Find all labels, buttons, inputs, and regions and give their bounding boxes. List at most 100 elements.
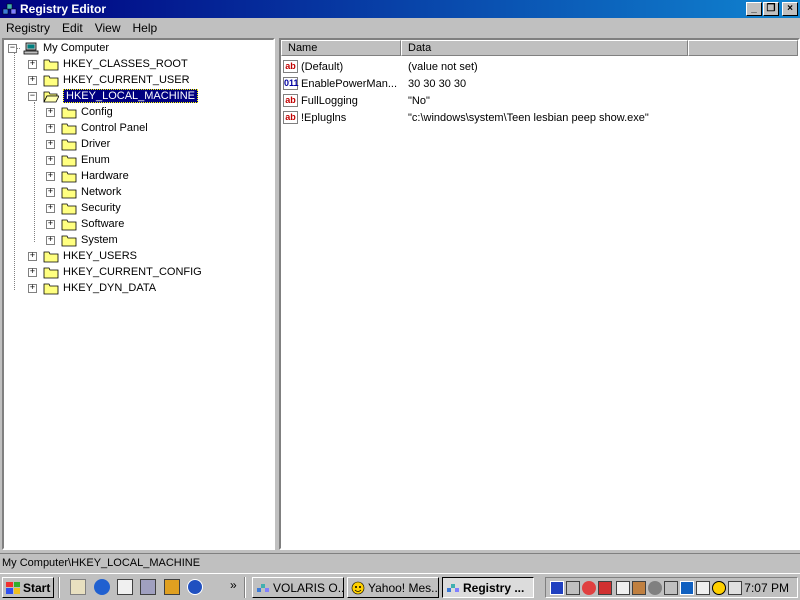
folder-icon: [61, 203, 77, 214]
string-value-icon: ab: [283, 60, 298, 73]
search-tool-icon[interactable]: [616, 581, 630, 595]
expand-toggle[interactable]: +: [46, 139, 55, 149]
task-registry-editor[interactable]: Registry ...: [442, 577, 534, 598]
quicklaunch-media-player-icon[interactable]: [164, 579, 180, 595]
quicklaunch-info-icon[interactable]: [187, 579, 203, 595]
tree-item-hkey-local-machine[interactable]: − HKEY_LOCAL_MACHINE: [28, 88, 198, 104]
tree-item-hkey-current-user[interactable]: + HKEY_CURRENT_USER: [28, 72, 190, 88]
task-yahoo-messenger[interactable]: Yahoo! Mes...: [347, 577, 439, 598]
tree-label: HKEY_CURRENT_CONFIG: [63, 266, 202, 278]
tree-item-hkey-current-config[interactable]: + HKEY_CURRENT_CONFIG: [28, 264, 202, 280]
expand-toggle[interactable]: +: [28, 59, 37, 69]
tray-app-icon[interactable]: [632, 581, 646, 595]
value-data: "c:\windows\system\Teen lesbian peep sho…: [408, 111, 649, 124]
menu-bar: Registry Edit View Help: [0, 19, 800, 37]
tree-label: Software: [81, 218, 125, 230]
tree-item-hardware[interactable]: + Hardware: [46, 168, 129, 184]
folder-icon: [61, 123, 77, 134]
tree-label: Control Panel: [81, 122, 148, 134]
value-row[interactable]: ab (Default) (value not set): [283, 58, 793, 75]
registry-tree-pane[interactable]: − My Computer + HKEY_CLASSES_ROOT + HKEY…: [2, 38, 275, 550]
task-volaris[interactable]: VOLARIS O...: [252, 577, 344, 598]
tray-app-icon[interactable]: [648, 581, 662, 595]
expand-toggle[interactable]: +: [46, 187, 55, 197]
folder-icon: [43, 59, 59, 70]
folder-icon: [43, 267, 59, 278]
quicklaunch-overflow-chevron[interactable]: »: [230, 578, 237, 592]
tree-item-my-computer[interactable]: − My Computer: [8, 40, 109, 56]
value-row[interactable]: 011 EnablePowerMan... 30 30 30 30: [283, 75, 793, 92]
menu-help[interactable]: Help: [127, 19, 164, 37]
expand-toggle[interactable]: +: [46, 203, 55, 213]
tree-item-hkey-classes-root[interactable]: + HKEY_CLASSES_ROOT: [28, 56, 188, 72]
quicklaunch-app-icon[interactable]: [140, 579, 156, 595]
tree-item-hkey-users[interactable]: + HKEY_USERS: [28, 248, 137, 264]
printer-icon[interactable]: [728, 581, 742, 595]
tray-app-icon[interactable]: [680, 581, 694, 595]
expand-toggle[interactable]: +: [46, 123, 55, 133]
value-row[interactable]: ab !Epluglns "c:\windows\system\Teen les…: [283, 109, 793, 126]
open-folder-icon: [43, 91, 59, 102]
tree-item-config[interactable]: + Config: [46, 104, 113, 120]
quicklaunch-internet-explorer-icon[interactable]: [94, 579, 110, 595]
start-button[interactable]: Start: [2, 577, 54, 598]
value-data: "No": [408, 94, 430, 107]
tray-app-icon[interactable]: [664, 581, 678, 595]
tree-item-system[interactable]: + System: [46, 232, 118, 248]
tree-label: Network: [81, 186, 122, 198]
menu-registry[interactable]: Registry: [0, 19, 56, 37]
value-name: !Epluglns: [301, 111, 347, 124]
expand-toggle[interactable]: +: [46, 235, 55, 245]
collapse-toggle[interactable]: −: [8, 43, 17, 53]
minimize-button[interactable]: _: [746, 2, 762, 16]
tray-app-icon[interactable]: [598, 581, 612, 595]
clock[interactable]: 7:07 PM: [744, 581, 789, 595]
values-list-pane[interactable]: Name Data ab (Default) (value not set) 0…: [279, 38, 800, 550]
expand-toggle[interactable]: +: [46, 219, 55, 229]
tree-item-network[interactable]: + Network: [46, 184, 121, 200]
menu-view[interactable]: View: [89, 19, 127, 37]
network-disconnected-icon[interactable]: [582, 581, 596, 595]
title-bar[interactable]: Registry Editor _ ❐ ×: [0, 0, 800, 18]
tree-item-hkey-dyn-data[interactable]: + HKEY_DYN_DATA: [28, 280, 156, 296]
string-value-icon: ab: [283, 94, 298, 107]
restore-button[interactable]: ❐: [763, 2, 779, 16]
string-value-icon: ab: [283, 111, 298, 124]
value-row[interactable]: ab FullLogging "No": [283, 92, 793, 109]
expand-toggle[interactable]: +: [28, 75, 37, 85]
expand-toggle[interactable]: +: [28, 251, 37, 261]
expand-toggle[interactable]: +: [46, 107, 55, 117]
folder-icon: [61, 171, 77, 182]
yahoo-messenger-tray-icon[interactable]: [712, 581, 726, 595]
menu-edit[interactable]: Edit: [56, 19, 89, 37]
tree-item-driver[interactable]: + Driver: [46, 136, 110, 152]
column-header-data[interactable]: Data: [401, 40, 688, 56]
tree-item-software[interactable]: + Software: [46, 216, 124, 232]
monitor-icon[interactable]: [566, 581, 580, 595]
expand-toggle[interactable]: +: [46, 171, 55, 181]
expand-toggle[interactable]: +: [28, 283, 37, 293]
tree-item-security[interactable]: + Security: [46, 200, 121, 216]
value-name: EnablePowerMan...: [301, 77, 397, 90]
quicklaunch-desktop-icon[interactable]: [70, 579, 86, 595]
value-name: FullLogging: [301, 94, 358, 107]
windows-logo-icon: [6, 581, 20, 594]
quicklaunch-outlook-icon[interactable]: [117, 579, 133, 595]
expand-toggle[interactable]: +: [28, 267, 37, 277]
task-label: Yahoo! Mes...: [368, 580, 439, 595]
status-bar: My Computer\HKEY_LOCAL_MACHINE: [0, 553, 800, 572]
tray-app-icon[interactable]: [696, 581, 710, 595]
folder-icon: [61, 155, 77, 166]
tree-item-control-panel[interactable]: + Control Panel: [46, 120, 148, 136]
close-button[interactable]: ×: [782, 2, 798, 16]
folder-icon: [61, 107, 77, 118]
computer-icon: [23, 42, 39, 54]
expand-toggle[interactable]: +: [46, 155, 55, 165]
tree-item-enum[interactable]: + Enum: [46, 152, 110, 168]
collapse-toggle[interactable]: −: [28, 91, 37, 101]
tree-label: Hardware: [81, 170, 129, 182]
antivirus-shield-icon[interactable]: [550, 581, 564, 595]
tree-label: Driver: [81, 138, 111, 150]
column-header-name[interactable]: Name: [281, 40, 401, 56]
tree-label: Security: [81, 202, 121, 214]
